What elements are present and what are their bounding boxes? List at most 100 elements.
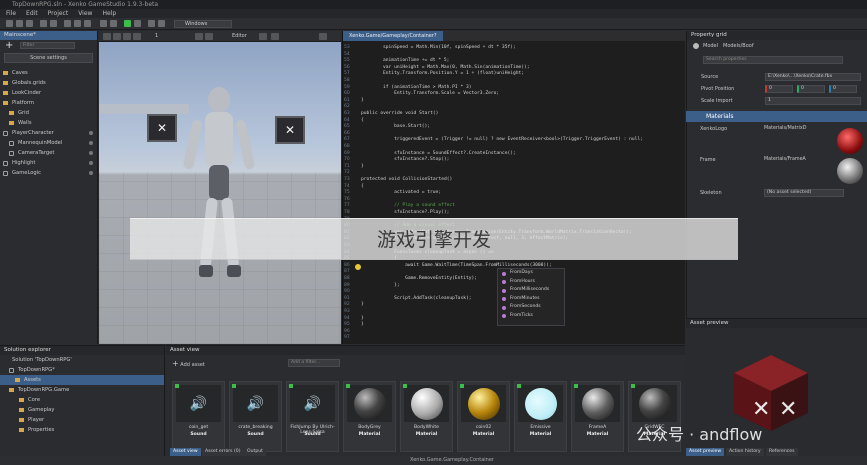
scale-field[interactable]: 1 xyxy=(765,97,861,105)
move-tool-icon[interactable] xyxy=(113,33,121,40)
asset-tile[interactable]: BodyWhite Material xyxy=(400,381,453,452)
crate-right[interactable]: ✕ xyxy=(275,116,305,144)
lightbulb-icon[interactable] xyxy=(355,264,361,270)
viewport-options-icon[interactable] xyxy=(319,33,327,40)
intellisense-popup[interactable]: FromDays FromHours FromMilliseconds From… xyxy=(497,268,565,326)
save-icon[interactable] xyxy=(26,20,33,27)
camera-count[interactable]: 1 xyxy=(155,32,158,41)
visibility-icon[interactable] xyxy=(89,131,93,135)
pivot-x[interactable]: 0 xyxy=(765,85,793,93)
asset-filter-input[interactable]: Add a filter... xyxy=(288,359,340,367)
tree-item-caves[interactable]: Caves xyxy=(0,68,97,78)
lighting-icon[interactable] xyxy=(259,33,267,40)
materials-header[interactable]: Materials xyxy=(686,111,867,122)
camera-icon[interactable] xyxy=(271,33,279,40)
tab-asset-preview[interactable]: Asset preview xyxy=(686,448,725,456)
code-tab-active[interactable]: Xenko.Game/Gameplay/Container? xyxy=(343,31,443,41)
tab-references[interactable]: References xyxy=(766,448,798,456)
tree-item-globals[interactable]: Globals.grids xyxy=(0,78,97,88)
package-icon[interactable] xyxy=(148,20,155,27)
visibility-icon[interactable] xyxy=(89,171,93,175)
tree-item-gamelogic[interactable]: GameLogic xyxy=(0,168,97,178)
completion-item[interactable]: FromSeconds xyxy=(498,303,564,312)
play-icon[interactable] xyxy=(124,20,131,27)
scene-viewport[interactable]: ✕ ✕ xyxy=(99,42,341,344)
completion-item[interactable]: FromTicks xyxy=(498,312,564,321)
tree-item-walls[interactable]: Walls xyxy=(0,118,97,128)
menu-edit[interactable]: Edit xyxy=(26,9,38,18)
visibility-icon[interactable] xyxy=(89,141,93,145)
tab-action-history[interactable]: Action history xyxy=(726,448,764,456)
property-search-input[interactable]: Search properties xyxy=(703,56,843,64)
tab-output[interactable]: Output xyxy=(244,448,266,456)
build-icon[interactable] xyxy=(100,20,107,27)
tree-item-highlight[interactable]: Highlight xyxy=(0,158,97,168)
line-number: 54 xyxy=(344,51,350,57)
skeleton-field[interactable]: (No asset selected) xyxy=(764,189,844,197)
menu-view[interactable]: View xyxy=(78,9,92,18)
asset-tile[interactable]: FrameA Material xyxy=(571,381,624,452)
asset-tile[interactable]: coin02 Material xyxy=(457,381,510,452)
player-character[interactable] xyxy=(169,80,269,320)
code-line: var uniHeight = Math.Max(0, Math.Sin(ani… xyxy=(383,64,530,70)
pivot-z[interactable]: 0 xyxy=(829,85,857,93)
tree-item-cameratarget[interactable]: CameraTarget xyxy=(0,148,97,158)
source-field[interactable]: E:\Xenko\...\Xenko\Crate.fbx xyxy=(765,73,861,81)
tab-asset-view[interactable]: Asset view xyxy=(170,448,201,456)
editor-mode[interactable]: Editor xyxy=(232,32,247,41)
pivot-y[interactable]: 0 xyxy=(797,85,825,93)
open-icon[interactable] xyxy=(16,20,23,27)
folder-gameplay[interactable]: Gameplay xyxy=(0,405,164,415)
redo-icon[interactable] xyxy=(50,20,57,27)
menu-help[interactable]: Help xyxy=(102,9,116,18)
folder-player[interactable]: Player xyxy=(0,415,164,425)
asset-tile[interactable]: Emissive Material xyxy=(514,381,567,452)
completion-item[interactable]: FromHours xyxy=(498,278,564,287)
tab-asset-errors[interactable]: Asset errors (0) xyxy=(202,448,244,456)
asset-tile[interactable]: 🔊 coin_get Sound xyxy=(172,381,225,452)
tree-item-platform[interactable]: Platform xyxy=(0,98,97,108)
paste-icon[interactable] xyxy=(84,20,91,27)
add-asset-button[interactable]: + Add asset xyxy=(172,359,205,368)
asset-tile[interactable]: 🔊 FishJump By Ulrich-Lens-Salsa Sound xyxy=(286,381,339,452)
settings-icon[interactable] xyxy=(134,20,141,27)
project-item[interactable]: TopDownRPG* xyxy=(0,365,164,375)
add-entity-icon[interactable]: + xyxy=(5,40,13,51)
tree-item-playercharacter[interactable]: PlayerCharacter xyxy=(0,128,97,138)
scene-filter-input[interactable]: Filter xyxy=(20,42,75,49)
scale-tool-icon[interactable] xyxy=(133,33,141,40)
folder-core[interactable]: Core xyxy=(0,395,164,405)
cut-icon[interactable] xyxy=(64,20,71,27)
material-slot-value[interactable]: Materials/MatrixD xyxy=(764,126,806,131)
completion-item[interactable]: FromMilliseconds xyxy=(498,286,564,295)
solution-item[interactable]: Solution 'TopDownRPG' xyxy=(0,355,164,365)
crate-preview[interactable]: ✕ ✕ xyxy=(732,353,810,433)
game-project-item[interactable]: TopDownRPG.Game xyxy=(0,385,164,395)
completion-item[interactable]: FromDays xyxy=(498,269,564,278)
snap-icon[interactable] xyxy=(205,33,213,40)
scene-settings-button[interactable]: Scene settings xyxy=(4,53,93,63)
material-slot-value[interactable]: Materials/FrameA xyxy=(764,157,806,162)
grid-icon[interactable] xyxy=(195,33,203,40)
visibility-icon[interactable] xyxy=(89,151,93,155)
asset-tile[interactable]: 🔊 crate_breaking Sound xyxy=(229,381,282,452)
tree-item-mannequin[interactable]: MannequinModel xyxy=(0,138,97,148)
scene-tab[interactable]: Mainscene* xyxy=(0,31,97,40)
menu-project[interactable]: Project xyxy=(48,9,69,18)
select-tool-icon[interactable] xyxy=(103,33,111,40)
tree-item-lookcinder[interactable]: LookCinder xyxy=(0,88,97,98)
tree-item-grid[interactable]: Grid xyxy=(0,108,97,118)
assets-item[interactable]: Assets xyxy=(0,375,164,385)
platform-select[interactable]: Windows xyxy=(174,20,232,28)
undo-icon[interactable] xyxy=(40,20,47,27)
folder-properties[interactable]: Properties xyxy=(0,425,164,435)
debug-icon[interactable] xyxy=(158,20,165,27)
reload-icon[interactable] xyxy=(110,20,117,27)
menu-file[interactable]: File xyxy=(6,9,16,18)
completion-item[interactable]: FromMinutes xyxy=(498,295,564,304)
rotate-tool-icon[interactable] xyxy=(123,33,131,40)
copy-icon[interactable] xyxy=(74,20,81,27)
new-icon[interactable] xyxy=(6,20,13,27)
visibility-icon[interactable] xyxy=(89,161,93,165)
asset-tile[interactable]: BodyGrey Material xyxy=(343,381,396,452)
